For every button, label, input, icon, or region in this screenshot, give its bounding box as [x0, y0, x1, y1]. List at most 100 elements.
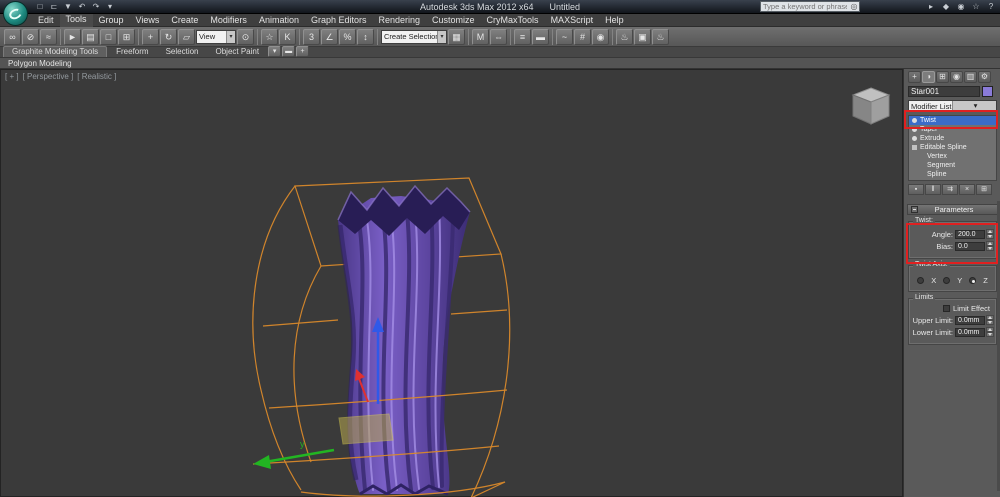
menu-item-create[interactable]: Create: [165, 14, 204, 27]
viewcube[interactable]: [851, 87, 891, 125]
viewport-general-menu[interactable]: [ + ]: [5, 72, 19, 81]
spinner-snap-icon[interactable]: ↕: [357, 28, 374, 45]
show-end-result-icon[interactable]: ‖: [925, 184, 941, 195]
modifier-bulb-icon[interactable]: [912, 118, 917, 123]
unlink-selection-icon[interactable]: ⊘: [22, 28, 39, 45]
bias-spinner[interactable]: [986, 241, 994, 251]
menu-item-animation[interactable]: Animation: [253, 14, 305, 27]
lower-limit-spinner[interactable]: [986, 327, 994, 337]
viewport-shading-menu[interactable]: [ Realistic ]: [77, 72, 116, 81]
upper-limit-field[interactable]: 0.0mm: [955, 315, 985, 325]
stack-item-twist[interactable]: Twist: [909, 116, 996, 125]
stack-item-vertex[interactable]: Vertex: [909, 152, 996, 161]
pin-stack-icon[interactable]: ▪: [908, 184, 924, 195]
object-color-swatch[interactable]: [982, 86, 993, 97]
select-and-link-icon[interactable]: ∞: [4, 28, 21, 45]
make-unique-icon[interactable]: ⇉: [942, 184, 958, 195]
menu-item-customize[interactable]: Customize: [426, 14, 481, 27]
layer-manager-icon[interactable]: ≡: [514, 28, 531, 45]
select-object-icon[interactable]: ►: [64, 28, 81, 45]
percent-snap-icon[interactable]: %: [339, 28, 356, 45]
select-and-rotate-icon[interactable]: ↻: [160, 28, 177, 45]
create-tab-icon[interactable]: +: [908, 71, 921, 83]
chevron-down-icon[interactable]: ▾: [952, 101, 996, 111]
hierarchy-tab-icon[interactable]: ⊞: [936, 71, 949, 83]
stack-item-taper[interactable]: Taper: [909, 125, 996, 134]
new-scene-icon[interactable]: □: [34, 1, 46, 12]
render-setup-icon[interactable]: ♨: [616, 28, 633, 45]
named-selection-sets-dropdown[interactable]: Create Selection Se▾: [381, 29, 447, 44]
modify-tab-icon[interactable]: ◑: [922, 71, 935, 83]
material-editor-icon[interactable]: ◉: [592, 28, 609, 45]
viewport-pov-menu[interactable]: [ Perspective ]: [23, 72, 74, 81]
stack-item-extrude[interactable]: Extrude: [909, 134, 996, 143]
stack-item-spline[interactable]: Spline: [909, 170, 996, 179]
ribbon-tab-object-paint[interactable]: Object Paint: [208, 46, 268, 57]
schematic-view-icon[interactable]: #: [574, 28, 591, 45]
select-by-name-icon[interactable]: ▤: [82, 28, 99, 45]
stack-item-editable-spline[interactable]: Editable Spline: [909, 143, 996, 152]
reference-coordinate-dropdown[interactable]: View ▾: [196, 29, 236, 44]
snap-toggle-icon[interactable]: 3: [303, 28, 320, 45]
remove-modifier-icon[interactable]: ×: [959, 184, 975, 195]
polygon-modeling-panel[interactable]: Polygon Modeling: [8, 59, 72, 68]
axis-x-radio[interactable]: [917, 277, 925, 284]
menu-item-rendering[interactable]: Rendering: [373, 14, 427, 27]
ribbon-add-icon[interactable]: +: [296, 46, 310, 57]
chevron-down-icon[interactable]: ▾: [226, 30, 235, 43]
perspective-viewport[interactable]: [ + ] [ Perspective ][ Realistic ] y: [0, 69, 903, 497]
modifier-bulb-icon[interactable]: [912, 127, 917, 132]
lower-limit-field[interactable]: 0.0mm: [955, 327, 985, 337]
display-tab-icon[interactable]: ▥: [964, 71, 977, 83]
vase-object[interactable]: [337, 184, 471, 496]
select-and-move-icon[interactable]: +: [142, 28, 159, 45]
axis-y-radio[interactable]: [943, 277, 951, 284]
limit-effect-checkbox[interactable]: [943, 305, 951, 312]
ribbon-tab-graphite-modeling-tools[interactable]: Graphite Modeling Tools: [3, 46, 108, 57]
ribbon-tab-selection[interactable]: Selection: [158, 46, 207, 57]
application-menu-logo[interactable]: [3, 1, 28, 26]
angle-snap-icon[interactable]: ∠: [321, 28, 338, 45]
axis-z-radio[interactable]: [969, 277, 977, 284]
search-go-icon[interactable]: ▸: [925, 1, 937, 12]
angle-spinner[interactable]: [986, 229, 994, 239]
menu-item-graph-editors[interactable]: Graph Editors: [305, 14, 373, 27]
communication-center-icon[interactable]: ◉: [955, 1, 967, 12]
menu-item-views[interactable]: Views: [130, 14, 166, 27]
motion-tab-icon[interactable]: ◉: [950, 71, 963, 83]
parameters-rollout-header[interactable]: Parameters: [907, 204, 998, 215]
gizmo-plane-handle[interactable]: [338, 413, 394, 445]
search-icon[interactable]: ◎: [849, 1, 859, 12]
angle-field[interactable]: 200.0: [955, 229, 985, 239]
bind-to-space-warp-icon[interactable]: ≈: [40, 28, 57, 45]
modifier-bulb-icon[interactable]: [912, 136, 917, 141]
gizmo-y-axis[interactable]: y: [253, 439, 335, 469]
undo-icon[interactable]: ↶: [76, 1, 88, 12]
upper-limit-spinner[interactable]: [986, 315, 994, 325]
align-icon[interactable]: ⇔: [490, 28, 507, 45]
qat-dropdown-icon[interactable]: ▾: [104, 1, 116, 12]
render-production-icon[interactable]: ♨: [652, 28, 669, 45]
bias-field[interactable]: 0.0: [955, 241, 985, 251]
menu-item-modifiers[interactable]: Modifiers: [204, 14, 253, 27]
window-crossing-icon[interactable]: ⊞: [118, 28, 135, 45]
subscription-center-icon[interactable]: ◆: [940, 1, 952, 12]
keyboard-override-icon[interactable]: K: [279, 28, 296, 45]
modifier-list-dropdown[interactable]: Modifier List ▾: [908, 100, 997, 112]
curve-editor-icon[interactable]: ~: [556, 28, 573, 45]
use-pivot-center-icon[interactable]: ⊙: [237, 28, 254, 45]
ribbon-toggle-icon[interactable]: ▬: [532, 28, 549, 45]
rendered-frame-icon[interactable]: ▣: [634, 28, 651, 45]
ribbon-minimize-icon[interactable]: ▬: [282, 46, 296, 57]
collapse-icon[interactable]: [911, 206, 918, 213]
select-and-manipulate-icon[interactable]: ☆: [261, 28, 278, 45]
open-file-icon[interactable]: ⊏: [48, 1, 60, 12]
search-input[interactable]: [761, 2, 849, 11]
menu-item-crymaxtools[interactable]: CryMaxTools: [481, 14, 545, 27]
menu-item-group[interactable]: Group: [93, 14, 130, 27]
redo-icon[interactable]: ↷: [90, 1, 102, 12]
mirror-icon[interactable]: M: [472, 28, 489, 45]
select-and-scale-icon[interactable]: ▱: [178, 28, 195, 45]
ribbon-options-icon[interactable]: ▾: [268, 46, 282, 57]
favorites-icon[interactable]: ☆: [970, 1, 982, 12]
